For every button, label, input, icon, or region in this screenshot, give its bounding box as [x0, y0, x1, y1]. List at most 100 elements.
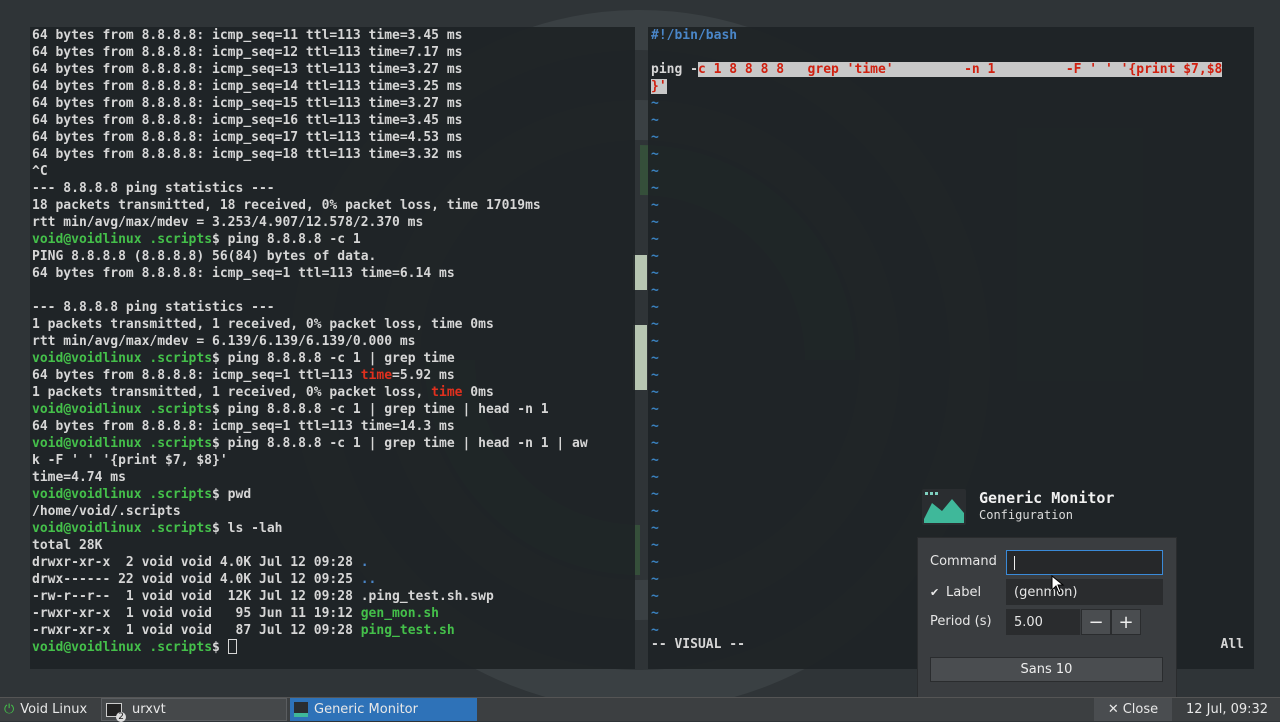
terminal-text-segment: --- 8.8.8.8 ping statistics --- — [32, 300, 275, 315]
terminal-text-segment: @voidlinux — [63, 436, 150, 451]
terminal-text-segment: @voidlinux — [63, 232, 150, 247]
dialog-title: Generic Monitor — [979, 489, 1115, 507]
terminal-text-segment: @voidlinux — [63, 351, 150, 366]
terminal-line: 64 bytes from 8.8.8.8: icmp_seq=13 ttl=1… — [32, 61, 635, 78]
period-input[interactable]: 5.00 — [1006, 609, 1080, 635]
terminal-cursor — [227, 639, 237, 654]
vim-empty-buffer-line: ~ — [651, 317, 659, 332]
terminal-text-segment: @voidlinux — [63, 402, 150, 417]
terminal-text-segment: $ pwd — [212, 487, 252, 502]
terminal-text-segment: 64 bytes from 8.8.8.8: icmp_seq=17 ttl=1… — [32, 130, 463, 145]
vim-position: All — [1220, 637, 1244, 652]
terminal-line: void@voidlinux .scripts$ ping 8.8.8.8 -c… — [32, 231, 635, 248]
terminal-text-segment: 64 bytes from 8.8.8.8: icmp_seq=12 ttl=1… — [32, 45, 463, 60]
terminal-text-segment: time=4.74 ms — [32, 470, 126, 485]
terminal-text-segment: void — [32, 487, 64, 502]
vim-mode: -- VISUAL -- — [651, 637, 745, 652]
terminal-line: -rwxr-xr-x 1 void void 87 Jul 12 09:28 p… — [32, 622, 635, 639]
terminal-line: --- 8.8.8.8 ping statistics --- — [32, 299, 635, 316]
start-menu-button[interactable]: ⏻ Void Linux — [4, 698, 87, 721]
terminal-text-segment: $ ping 8.8.8.8 -c 1 — [212, 232, 361, 247]
terminal-text-segment: =5.92 ms — [392, 368, 455, 383]
vim-empty-buffer-line: ~ — [651, 300, 659, 315]
vim-empty-buffer-line: ~ — [651, 232, 659, 247]
close-button[interactable]: ✕ Close — [1094, 698, 1172, 721]
terminal-text-segment: gen_mon.sh — [360, 606, 440, 621]
terminal-line: total 28K — [32, 537, 635, 554]
taskbar-item-generic-monitor[interactable]: Generic Monitor — [290, 698, 477, 721]
terminal-text-segment: 1 packets transmitted, 1 received, 0% pa… — [32, 317, 494, 332]
terminal-text-segment: total 28K — [32, 538, 103, 553]
terminal-line: 64 bytes from 8.8.8.8: icmp_seq=16 ttl=1… — [32, 112, 635, 129]
terminal-text-segment: void — [32, 436, 64, 451]
period-label: Period (s) — [930, 614, 992, 629]
terminal-text-segment: 64 bytes from 8.8.8.8: icmp_seq=14 ttl=1… — [32, 79, 463, 94]
generic-monitor-config-dialog: Command ✔ Label (genmon) Period (s) 5.00… — [917, 537, 1177, 699]
close-button-label: Close — [1122, 702, 1159, 717]
terminal-text-segment: --- 8.8.8.8 ping statistics --- — [32, 181, 275, 196]
terminal-text-segment: .. — [360, 572, 377, 587]
terminal-line: rtt min/avg/max/mdev = 3.253/4.907/12.57… — [32, 214, 635, 231]
vim-empty-buffer-line: ~ — [651, 249, 659, 264]
terminal-text-segment: @voidlinux — [63, 487, 150, 502]
taskbar-genmon-label: Generic Monitor — [314, 702, 418, 717]
terminal-line: drwxr-xr-x 2 void void 4.0K Jul 12 09:28… — [32, 554, 635, 571]
terminal-text-segment: void — [32, 521, 64, 536]
terminal-line: --- 8.8.8.8 ping statistics --- — [32, 180, 635, 197]
terminal-line: 64 bytes from 8.8.8.8: icmp_seq=11 ttl=1… — [32, 27, 635, 44]
terminal-left[interactable]: 64 bytes from 8.8.8.8: icmp_seq=11 ttl=1… — [30, 27, 635, 669]
text-cursor — [1014, 555, 1015, 570]
vim-cmd-prefix: ping - — [651, 62, 698, 77]
terminal-text-segment: 64 bytes from 8.8.8.8: icmp_seq=1 ttl=11… — [32, 368, 361, 383]
terminal-line: 64 bytes from 8.8.8.8: icmp_seq=14 ttl=1… — [32, 78, 635, 95]
mouse-pointer-icon — [1051, 575, 1065, 594]
terminal-line: k -F ' ' '{print $7, $8}' — [32, 452, 635, 469]
terminal-text-segment: .scripts — [149, 402, 213, 417]
vim-empty-buffer-line: ~ — [651, 181, 659, 196]
terminal-line: time=4.74 ms — [32, 469, 635, 486]
label-input[interactable]: (genmon) — [1006, 579, 1163, 605]
terminal-text-segment: $ ls -lah — [212, 521, 283, 536]
terminal-text-segment: 64 bytes from 8.8.8.8: icmp_seq=13 ttl=1… — [32, 62, 463, 77]
taskbar-item-urxvt[interactable]: 2 urxvt — [101, 698, 287, 722]
terminal-text-segment: -rwxr-xr-x 1 void void 87 Jul 12 09:28 — [32, 623, 361, 638]
terminal-text-segment: $ — [212, 640, 228, 655]
terminal-text-segment: . — [360, 555, 369, 570]
vim-empty-buffer-line: ~ — [651, 215, 659, 230]
terminal-text-segment: drwxr-xr-x 2 void void 4.0K Jul 12 09:28 — [32, 555, 361, 570]
terminal-text-segment: 64 bytes from 8.8.8.8: icmp_seq=1 ttl=11… — [32, 419, 455, 434]
vim-empty-buffer-line: ~ — [651, 334, 659, 349]
generic-monitor-small-icon — [294, 702, 308, 717]
command-input[interactable] — [1006, 550, 1163, 575]
terminal-text-segment: void — [32, 351, 64, 366]
terminal-text-segment: 64 bytes from 8.8.8.8: icmp_seq=1 ttl=11… — [32, 266, 455, 281]
terminal-line: 64 bytes from 8.8.8.8: icmp_seq=1 ttl=11… — [32, 418, 635, 435]
vim-empty-buffer-line: ~ — [651, 436, 659, 451]
vim-visual-selection-cont: }' — [651, 79, 667, 94]
terminal-text-segment: -rwxr-xr-x 1 void void 95 Jun 11 19:12 — [32, 606, 361, 621]
terminal-line: 64 bytes from 8.8.8.8: icmp_seq=18 ttl=1… — [32, 146, 635, 163]
terminal-line: rtt min/avg/max/mdev = 6.139/6.139/6.139… — [32, 333, 635, 350]
period-increment-button[interactable]: + — [1111, 609, 1141, 635]
vim-command-line-cont: }' — [651, 78, 1254, 95]
terminal-line: 64 bytes from 8.8.8.8: icmp_seq=12 ttl=1… — [32, 44, 635, 61]
terminal-line: ^C — [32, 163, 635, 180]
terminal-text-segment: $ ping 8.8.8.8 -c 1 | grep time | head -… — [212, 402, 549, 417]
terminal-line: 64 bytes from 8.8.8.8: icmp_seq=17 ttl=1… — [32, 129, 635, 146]
terminal-text-segment: 1 packets transmitted, 1 received, 0% pa… — [32, 385, 432, 400]
font-button[interactable]: Sans 10 — [930, 657, 1163, 682]
vim-empty-buffer-line: ~ — [651, 453, 659, 468]
vim-shebang-line: #!/bin/bash — [651, 28, 738, 43]
terminal-text-segment: /home/void/.scripts — [32, 504, 181, 519]
terminal-line: PING 8.8.8.8 (8.8.8.8) 56(84) bytes of d… — [32, 248, 635, 265]
label-checkbox[interactable]: ✔ Label — [930, 585, 981, 600]
terminal-text-segment: @voidlinux — [63, 640, 150, 655]
dialog-subtitle: Configuration — [979, 508, 1073, 522]
terminal-text-segment: .scripts — [149, 487, 213, 502]
terminal-text-segment: -rw-r--r-- 1 void void 12K Jul 12 09:28 … — [32, 589, 494, 604]
terminal-line: 64 bytes from 8.8.8.8: icmp_seq=15 ttl=1… — [32, 95, 635, 112]
period-decrement-button[interactable]: − — [1081, 609, 1111, 635]
terminal-text-segment: void — [32, 402, 64, 417]
terminal-text-segment: $ ping 8.8.8.8 -c 1 | grep time — [212, 351, 455, 366]
